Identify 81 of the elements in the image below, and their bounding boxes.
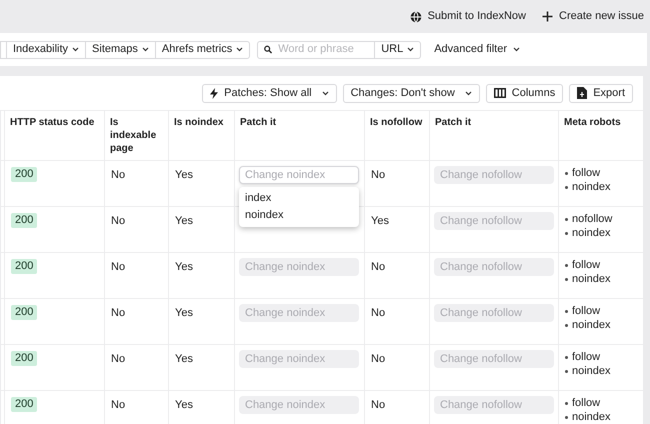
bullet-icon [565, 218, 568, 220]
column-header: Is nofollow [370, 117, 422, 128]
menu-option[interactable]: index [239, 190, 359, 207]
table-cell: No [111, 353, 126, 365]
search-icon [264, 45, 272, 54]
table-cell: Yes [175, 399, 193, 411]
table-cell: Yes [175, 169, 193, 181]
table-cell: Yes [175, 215, 193, 227]
filter-dropdown[interactable]: Sitemaps [86, 42, 156, 58]
table-cell: No [111, 307, 126, 319]
toolbar-button[interactable]: Export [569, 84, 633, 102]
caret-icon [464, 90, 472, 96]
bullet-icon [565, 416, 568, 418]
table-cell: Yes [371, 215, 389, 227]
plus-icon [542, 11, 553, 22]
meta-robots-value: noindex [572, 318, 611, 332]
bullet-icon [565, 186, 568, 188]
create-issue-button[interactable]: Create new issue [542, 8, 644, 25]
column-header: Patch it [435, 117, 472, 128]
meta-robots-value: follow [572, 258, 600, 272]
table-cell: No [371, 169, 386, 181]
meta-robots-value: noindex [572, 180, 611, 194]
filter-dropdown[interactable]: Indexability [7, 42, 86, 58]
globe-icon [410, 10, 422, 22]
columns-icon [494, 88, 506, 98]
submit-link[interactable]: Submit to IndexNow [410, 8, 526, 25]
bullet-icon [565, 370, 568, 372]
meta-robots-value: follow [572, 396, 600, 410]
advanced-filter-button[interactable]: Advanced filter [434, 41, 520, 58]
toolbar-button[interactable]: Columns [486, 84, 564, 102]
table-cell: No [371, 353, 386, 365]
meta-robots-value: noindex [572, 410, 611, 424]
caret-icon [407, 47, 414, 52]
status-badge: 200 [11, 167, 38, 182]
filter-dropdown[interactable]: Ahrefs metrics [156, 42, 250, 58]
status-badge: 200 [11, 213, 38, 228]
table-cell: No [111, 261, 126, 273]
status-badge: 200 [11, 259, 38, 274]
bullet-icon [565, 232, 568, 234]
table-cell: Yes [175, 307, 193, 319]
caret-icon [322, 90, 329, 96]
table-cell: No [371, 399, 386, 411]
status-badge: 200 [11, 351, 38, 366]
meta-robots-value: nofollow [572, 212, 612, 226]
status-badge: 200 [11, 397, 38, 412]
caret-icon [512, 47, 520, 52]
meta-robots-value: noindex [572, 364, 611, 378]
document-icon [577, 87, 588, 99]
bullet-icon [565, 324, 568, 326]
status-badge: 200 [11, 305, 38, 320]
search-field[interactable]: Word or phrase [257, 40, 376, 58]
meta-robots-value: follow [572, 166, 600, 180]
bullet-icon [565, 278, 568, 280]
bullet-icon [565, 264, 568, 266]
bullet-icon [565, 402, 568, 404]
column-header: Is indexable page [110, 117, 156, 154]
meta-robots-value: follow [572, 304, 600, 318]
meta-robots-value: noindex [572, 226, 611, 240]
bullet-icon [565, 356, 568, 358]
toolbar-button[interactable]: Changes: Don't show [342, 84, 480, 102]
table-cell: No [371, 261, 386, 273]
lightning-icon [210, 88, 218, 98]
caret-icon [72, 47, 80, 52]
meta-robots-value: follow [572, 350, 600, 364]
meta-robots-value: noindex [572, 272, 611, 286]
caret-icon [142, 47, 149, 52]
column-header: Meta robots [564, 117, 621, 128]
table-cell: Yes [175, 353, 193, 365]
table-cell: No [371, 307, 386, 319]
caret-icon [236, 47, 244, 52]
table-cell: Yes [175, 261, 193, 273]
column-header: HTTP status code [10, 117, 94, 128]
table-cell: No [111, 215, 126, 227]
bullet-icon [565, 310, 568, 312]
column-header: Patch it [240, 117, 276, 128]
toolbar-button[interactable]: Patches: Show all [202, 84, 337, 102]
url-dropdown[interactable]: URL [375, 40, 422, 58]
table-cell: No [111, 169, 126, 181]
bullet-icon [565, 172, 568, 174]
table-cell: No [111, 399, 126, 411]
column-header: Is noindex [174, 117, 224, 128]
